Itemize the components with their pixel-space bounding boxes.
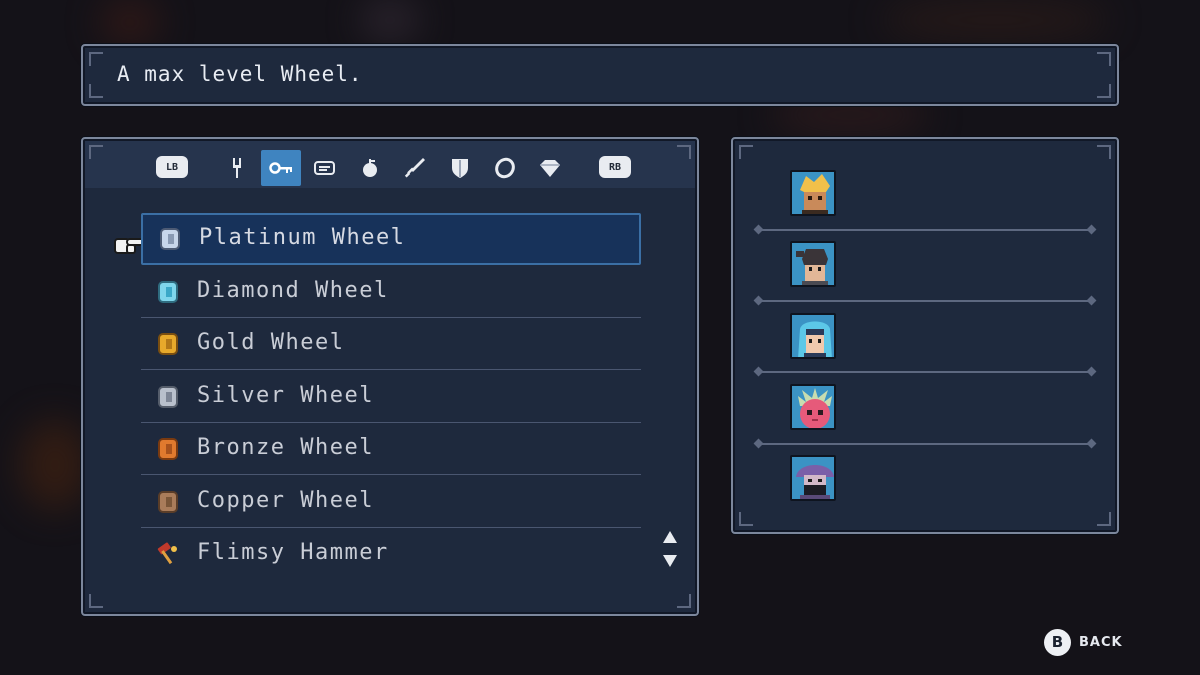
category-tab-bar: LB RB — [85, 141, 695, 188]
tab-ring[interactable] — [485, 150, 525, 186]
hammer-icon — [157, 542, 177, 565]
tab-key[interactable] — [261, 150, 301, 186]
diamond-wheel-icon — [158, 281, 178, 303]
panel-corner-ornament — [677, 594, 691, 608]
panel-corner-ornament — [1097, 84, 1111, 98]
tab-apple[interactable] — [350, 150, 390, 186]
party-divider — [757, 371, 1093, 373]
party-member-portrait-1[interactable] — [790, 170, 836, 216]
key-icon — [269, 162, 292, 174]
panel-corner-ornament — [1097, 145, 1111, 159]
back-button[interactable]: B BACK — [1044, 628, 1123, 656]
ring-icon — [495, 157, 515, 179]
background-candles — [20, 420, 90, 510]
apple-icon — [363, 159, 377, 177]
item-row-bronze-wheel[interactable]: Bronze Wheel — [141, 423, 641, 475]
party-divider — [757, 443, 1093, 445]
panel-corner-ornament — [89, 145, 103, 159]
blonde-hero-portrait — [792, 172, 834, 214]
item-label: Bronze Wheel — [197, 435, 374, 460]
panel-corner-ornament — [89, 594, 103, 608]
panel-corner-ornament — [739, 145, 753, 159]
item-label: Gold Wheel — [197, 330, 345, 355]
item-label: Diamond Wheel — [197, 278, 389, 303]
item-label: Silver Wheel — [197, 383, 374, 408]
rb-shoulder-button[interactable]: RB — [599, 156, 631, 178]
purple-hat-portrait — [792, 457, 834, 499]
bronze-wheel-icon — [158, 438, 178, 460]
item-row-platinum-wheel[interactable]: Platinum Wheel — [141, 213, 641, 265]
platinum-wheel-icon — [160, 228, 180, 250]
item-description-text: A max level Wheel. — [117, 62, 363, 86]
shield-icon — [452, 159, 468, 178]
gold-wheel-icon — [158, 333, 178, 355]
background-figure — [360, 0, 420, 40]
item-row-copper-wheel[interactable]: Copper Wheel — [141, 476, 641, 528]
scroll-icon — [314, 161, 335, 175]
tab-scroll[interactable] — [305, 150, 345, 186]
tab-shield[interactable] — [440, 150, 480, 186]
pink-creature-portrait — [792, 386, 834, 428]
panel-corner-ornament — [89, 84, 103, 98]
dark-hair-ponytail-portrait — [792, 243, 834, 285]
item-description-panel: A max level Wheel. — [81, 44, 1119, 106]
party-member-portrait-4[interactable] — [790, 384, 836, 430]
background-lamp — [100, 0, 160, 45]
sword-icon — [404, 158, 425, 178]
inventory-list-panel: LB RB Platinum Wheel Diamond Wheel Gold … — [81, 137, 699, 616]
item-row-diamond-wheel[interactable]: Diamond Wheel — [141, 266, 641, 318]
panel-corner-ornament — [739, 512, 753, 526]
party-member-portrait-5[interactable] — [790, 455, 836, 501]
item-row-flimsy-hammer[interactable]: Flimsy Hammer — [141, 528, 641, 580]
party-divider — [757, 229, 1093, 231]
item-label: Flimsy Hammer — [197, 540, 389, 565]
party-divider — [757, 300, 1093, 302]
blue-hood-portrait — [792, 315, 834, 357]
party-panel — [731, 137, 1119, 534]
fork-icon — [233, 158, 241, 178]
silver-wheel-icon — [158, 386, 178, 408]
tab-diamond[interactable] — [530, 150, 570, 186]
item-label: Platinum Wheel — [199, 225, 406, 250]
panel-corner-ornament — [1097, 512, 1111, 526]
tab-sword[interactable] — [395, 150, 435, 186]
diamond-icon — [540, 160, 560, 177]
b-button-icon: B — [1044, 628, 1071, 656]
background-shelf — [880, 0, 1110, 40]
item-row-silver-wheel[interactable]: Silver Wheel — [141, 371, 641, 423]
panel-corner-ornament — [89, 52, 103, 66]
party-member-portrait-2[interactable] — [790, 241, 836, 287]
panel-corner-ornament — [1097, 52, 1111, 66]
item-row-gold-wheel[interactable]: Gold Wheel — [141, 318, 641, 370]
back-label: BACK — [1079, 634, 1123, 650]
party-member-portrait-3[interactable] — [790, 313, 836, 359]
lb-shoulder-button[interactable]: LB — [156, 156, 188, 178]
panel-corner-ornament — [677, 145, 691, 159]
copper-wheel-icon — [158, 491, 178, 513]
scroll-arrows-icon[interactable] — [661, 529, 679, 569]
item-label: Copper Wheel — [197, 488, 374, 513]
tab-fork[interactable] — [217, 150, 257, 186]
